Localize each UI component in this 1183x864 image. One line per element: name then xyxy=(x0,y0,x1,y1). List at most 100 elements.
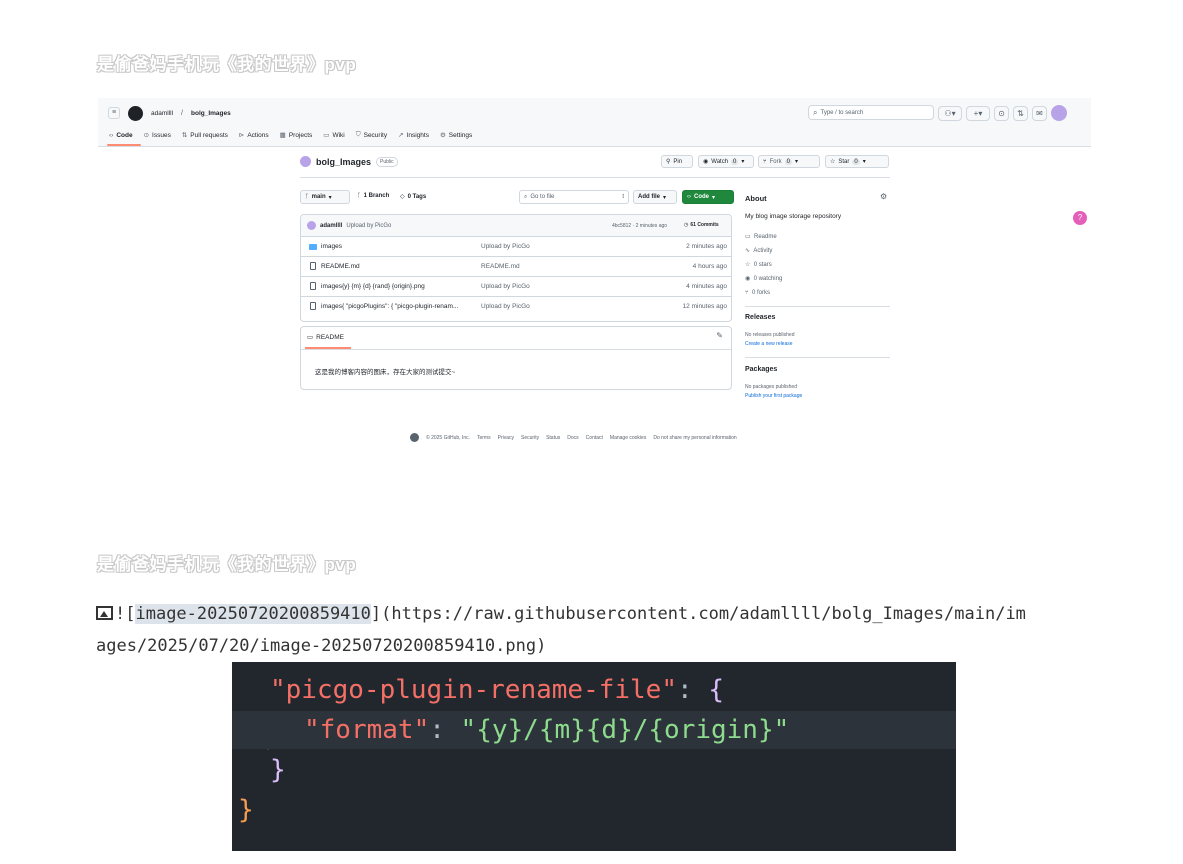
tab-insights[interactable]: ↗ Insights xyxy=(398,131,429,140)
markdown-url-part2[interactable]: ages/2025/07/20/image-20250720200859410.… xyxy=(96,636,546,656)
releases-heading[interactable]: Releases xyxy=(745,314,775,321)
commits-link[interactable]: ◷ 61 Commits xyxy=(684,222,719,228)
pin-button[interactable]: ⚲ Pin xyxy=(661,155,693,168)
footer-link[interactable]: Security xyxy=(521,435,539,441)
repo-nav-tabs: ‹› Code ⊙ Issues ⇅ Pull requests ⊳ Actions ▦… xyxy=(109,131,483,139)
commit-message[interactable]: Upload by PicGo xyxy=(346,223,391,229)
file-name[interactable]: images{y} {m} {d} {rand} {origin}.png xyxy=(321,283,425,290)
breadcrumb-repo[interactable]: bolg_Images xyxy=(191,110,231,117)
plus-icon[interactable]: +▾ xyxy=(966,105,990,121)
file-name[interactable]: images{ "picgoPlugins": { "picgo-plugin-… xyxy=(321,303,458,310)
pull-requests-icon[interactable]: ⇅ xyxy=(1013,105,1028,121)
packages-heading[interactable]: Packages xyxy=(745,366,777,373)
tab-code[interactable]: ‹› Code xyxy=(109,132,133,139)
about-list: ▭ Readme ∿ Activity ☆ 0 stars ◉ 0 watchi… xyxy=(745,230,782,300)
fork-label: Fork xyxy=(769,158,782,165)
tab-pull-requests[interactable]: ⇅ Pull requests xyxy=(182,131,228,140)
file-commit-message[interactable]: Upload by PicGo xyxy=(481,283,530,290)
footer-link[interactable]: Terms xyxy=(477,435,491,441)
inbox-icon[interactable]: ✉ xyxy=(1032,105,1047,121)
avatar[interactable] xyxy=(1051,105,1067,121)
footer-copyright: © 2025 GitHub, Inc. xyxy=(426,434,470,441)
code-icon: ‹› xyxy=(109,131,114,139)
readme-tab-label: README xyxy=(316,333,344,341)
readme-tab[interactable]: ▭ README xyxy=(307,333,344,342)
about-item-forks[interactable]: ⑂ 0 forks xyxy=(745,286,782,300)
breadcrumb-user[interactable]: adamllll xyxy=(151,110,173,117)
fork-icon: ⑂ xyxy=(763,158,767,165)
star-label: Star xyxy=(838,158,850,165)
branches-link[interactable]: ᚴ1 Branch xyxy=(357,193,389,199)
table-row[interactable]: images{y} {m} {d} {rand} {origin}.png Up… xyxy=(301,277,731,297)
tab-security[interactable]: ⛉ Security xyxy=(356,131,387,139)
publish-package-link[interactable]: Publish your first package xyxy=(745,393,802,399)
branch-label: main xyxy=(311,194,326,200)
file-commit-message[interactable]: Upload by PicGo xyxy=(481,243,530,250)
footer-link[interactable]: Docs xyxy=(567,435,578,441)
go-to-file-input[interactable]: ⌕ Go to file t xyxy=(519,190,629,204)
copilot-icon[interactable]: ⚇▾ xyxy=(938,105,962,121)
watermark-bottom: 是偷爸妈手机玩《我的世界》pvp xyxy=(97,555,357,574)
repo-title[interactable]: bolg_Images xyxy=(316,157,371,167)
commit-author[interactable]: adamllll xyxy=(320,223,342,229)
footer-link[interactable]: Status xyxy=(546,435,560,441)
table-row[interactable]: README.md README.md 4 hours ago xyxy=(301,257,731,277)
star-button[interactable]: ☆ Star 0 ▾ xyxy=(825,155,889,168)
about-item-stars[interactable]: ☆ 0 stars xyxy=(745,258,782,272)
footer-link[interactable]: Manage cookies xyxy=(610,435,646,441)
table-row[interactable]: images{ "picgoPlugins": { "picgo-plugin-… xyxy=(301,297,731,317)
tags-link[interactable]: ◇ 0 Tags xyxy=(400,193,426,201)
about-item-readme[interactable]: ▭ Readme xyxy=(745,230,782,244)
code-button[interactable]: ‹› Code ▾ xyxy=(682,190,734,204)
hamburger-menu-icon[interactable]: ≡ xyxy=(108,107,120,119)
gear-icon: ⚙ xyxy=(439,132,446,139)
github-repo-screenshot: ≡ adamllll / bolg_Images ⌕ Type / to sea… xyxy=(98,98,1091,450)
footer-link[interactable]: Do not share my personal information xyxy=(653,435,736,441)
footer-link[interactable]: Privacy xyxy=(498,435,514,441)
branch-select[interactable]: ᚴ main ▾ xyxy=(300,190,350,204)
watch-button[interactable]: ◉ Watch 0 ▾ xyxy=(698,155,754,168)
commit-meta[interactable]: 4bc5812 · 2 minutes ago xyxy=(612,223,667,229)
file-icon xyxy=(310,302,316,310)
search-icon: ⌕ xyxy=(524,193,528,200)
visibility-badge: Public xyxy=(376,156,398,167)
file-icon xyxy=(310,262,316,270)
file-name[interactable]: README.md xyxy=(321,263,360,270)
file-name[interactable]: images xyxy=(321,243,342,250)
image-icon xyxy=(96,606,113,620)
tab-settings[interactable]: ⚙ Settings xyxy=(439,131,472,140)
add-file-button[interactable]: Add file ▾ xyxy=(633,190,677,204)
about-item-watching[interactable]: ◉ 0 watching xyxy=(745,272,782,286)
file-commit-message[interactable]: README.md xyxy=(481,263,520,270)
packages-text: No packages published xyxy=(745,384,797,390)
floating-helper-icon[interactable]: ? xyxy=(1073,211,1087,225)
about-item-label: Readme xyxy=(754,234,777,240)
create-release-link[interactable]: Create a new release xyxy=(745,341,793,347)
markdown-alt-text[interactable]: image-20250720200859410 xyxy=(135,604,371,624)
fork-button[interactable]: ⑂ Fork 0 ▾ xyxy=(758,155,820,168)
issue-icon: ⊙ xyxy=(143,132,150,139)
markdown-prefix: ![ xyxy=(115,604,136,624)
tab-wiki[interactable]: ▭ Wiki xyxy=(323,131,344,140)
issues-icon[interactable]: ⊙ xyxy=(994,105,1009,121)
gear-icon[interactable]: ⚙ xyxy=(880,192,887,201)
markdown-url-part1[interactable]: ](https://raw.githubusercontent.com/adam… xyxy=(371,604,1026,624)
code-snippet-image: "picgo-plugin-rename-file": { "format": … xyxy=(232,662,956,851)
play-icon: ⊳ xyxy=(238,132,245,139)
about-item-activity[interactable]: ∿ Activity xyxy=(745,244,782,258)
search-box[interactable]: ⌕ Type / to search xyxy=(808,105,934,120)
footer-link[interactable]: Contact xyxy=(586,435,603,441)
tab-actions[interactable]: ⊳ Actions xyxy=(238,131,269,140)
tab-projects[interactable]: ▦ Projects xyxy=(280,131,313,140)
tab-issues[interactable]: ⊙ Issues xyxy=(143,131,171,140)
tag-icon: ◇ xyxy=(400,194,405,200)
fork-count: 0 xyxy=(784,158,792,165)
commits-count: 61 Commits xyxy=(690,222,719,228)
file-commit-message[interactable]: Upload by PicGo xyxy=(481,303,530,310)
edit-pencil-icon[interactable]: ✎ xyxy=(716,331,723,340)
star-count: 0 xyxy=(852,158,860,165)
github-logo-icon[interactable] xyxy=(128,105,143,121)
avatar xyxy=(307,221,316,230)
chevron-down-icon: ▾ xyxy=(862,159,866,165)
table-row[interactable]: images Upload by PicGo 2 minutes ago xyxy=(301,237,731,257)
